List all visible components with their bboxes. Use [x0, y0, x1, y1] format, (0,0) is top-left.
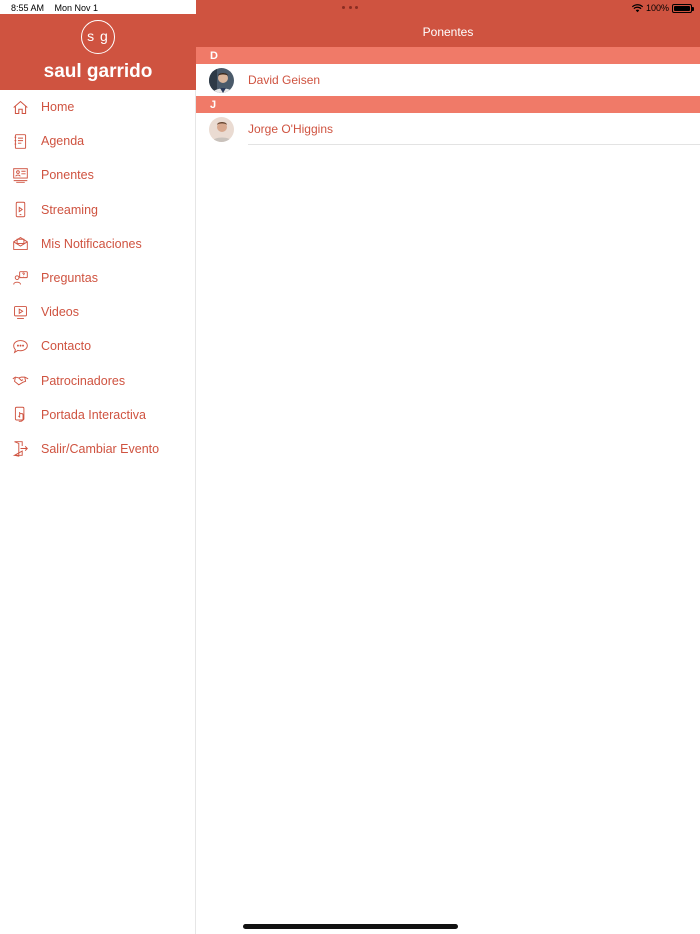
sidebar-item-streaming[interactable]: Streaming: [0, 193, 196, 227]
home-icon: [11, 98, 29, 116]
phone-stream-icon: [11, 201, 29, 219]
status-time: 8:55 AM: [11, 3, 45, 13]
speaker-photo: [209, 116, 234, 142]
sidebar-item-label: Patrocinadores: [41, 373, 126, 388]
section-header-j: J: [196, 96, 700, 113]
status-bar-right: 100%: [631, 3, 694, 13]
sidebar-item-patrocinadores[interactable]: Patrocinadores: [0, 364, 196, 398]
list-item[interactable]: Jorge O'Higgins: [196, 113, 700, 145]
sidebar-item-label: Salir/Cambiar Evento: [41, 441, 160, 456]
wifi-icon: [631, 3, 643, 12]
sidebar-item-salir[interactable]: Salir/Cambiar Evento: [0, 432, 196, 466]
status-bar-left: 8:55 AM Mon Nov 1: [0, 0, 196, 14]
sidebar-item-label: Mis Notificaciones: [41, 236, 142, 251]
exit-door-icon: [11, 440, 29, 458]
main-panel: 100% Ponentes D David Geisen J Jorge O'H…: [196, 0, 700, 934]
avatar[interactable]: s g: [81, 20, 115, 54]
status-date: Mon Nov 1: [54, 3, 99, 13]
mail-icon: [11, 235, 29, 253]
speaker-name: Jorge O'Higgins: [248, 122, 333, 136]
sidebar-item-label: Agenda: [41, 134, 85, 149]
profile-header: s g saul garrido: [0, 14, 196, 90]
profile-name: saul garrido: [43, 61, 153, 82]
sidebar-item-preguntas[interactable]: Preguntas: [0, 261, 196, 295]
sidebar-item-label: Contacto: [41, 339, 92, 354]
navigation-bar: 100% Ponentes: [196, 0, 700, 47]
chat-icon: [11, 337, 29, 355]
notebook-icon: [11, 132, 29, 150]
sidebar-item-label: Videos: [41, 305, 79, 320]
sidebar-item-contacto[interactable]: Contacto: [0, 329, 196, 363]
sidebar-menu: Home Agenda Ponentes Streaming Mis Notif…: [0, 90, 196, 466]
sidebar-item-label: Ponentes: [41, 168, 94, 183]
sidebar-item-portada[interactable]: Portada Interactiva: [0, 398, 196, 432]
question-icon: [11, 269, 29, 287]
multitasking-dots[interactable]: [342, 6, 358, 10]
speaker-photo: [209, 67, 234, 93]
battery-percent: 100%: [645, 3, 669, 13]
sidebar: 8:55 AM Mon Nov 1 s g saul garrido Home …: [0, 0, 196, 934]
touch-phone-icon: [11, 406, 29, 424]
sidebar-item-home[interactable]: Home: [0, 90, 196, 124]
handshake-icon: [11, 372, 29, 390]
sidebar-item-label: Streaming: [41, 202, 98, 217]
battery-icon: [672, 3, 694, 13]
sidebar-item-notificaciones[interactable]: Mis Notificaciones: [0, 227, 196, 261]
section-header-d: D: [196, 47, 700, 64]
sidebar-item-label: Portada Interactiva: [41, 407, 146, 422]
list-item[interactable]: David Geisen: [196, 64, 700, 96]
home-indicator[interactable]: [243, 924, 458, 929]
page-title: Ponentes: [422, 25, 474, 39]
speakers-icon: [11, 166, 29, 184]
video-icon: [11, 303, 29, 321]
speaker-name: David Geisen: [248, 73, 321, 87]
sidebar-item-label: Preguntas: [41, 271, 98, 286]
sidebar-item-ponentes[interactable]: Ponentes: [0, 158, 196, 192]
sidebar-item-videos[interactable]: Videos: [0, 295, 196, 329]
row-divider: [248, 144, 700, 145]
sidebar-item-agenda[interactable]: Agenda: [0, 124, 196, 158]
sidebar-item-label: Home: [41, 100, 75, 115]
